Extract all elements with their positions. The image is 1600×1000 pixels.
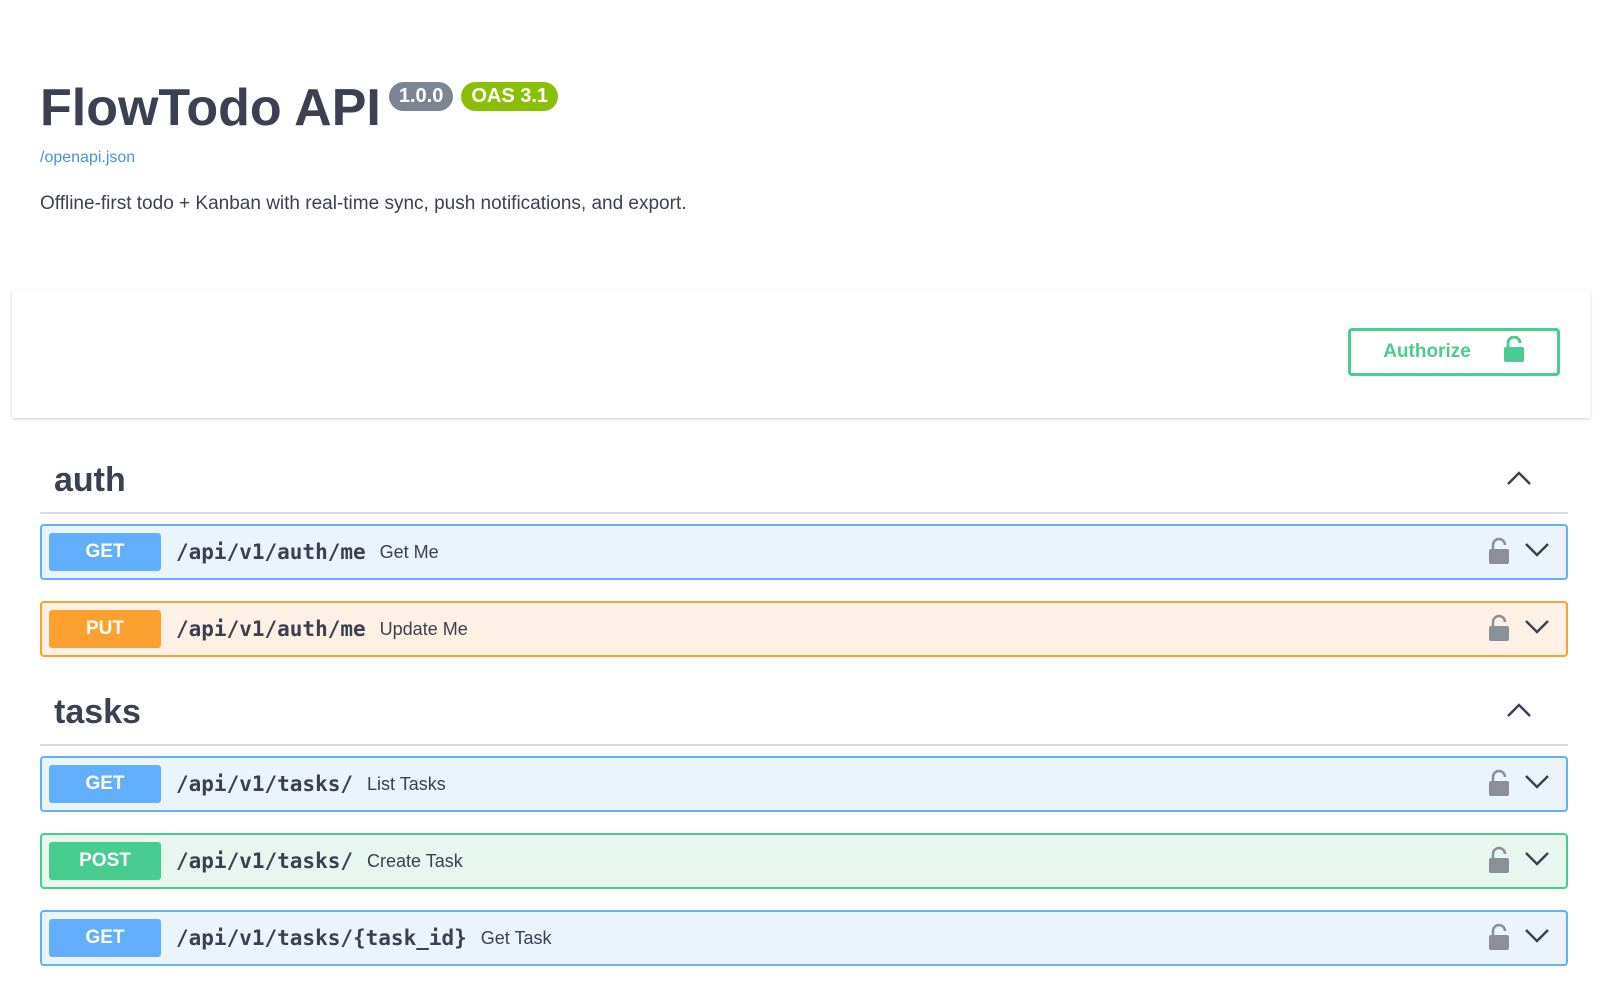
scheme-container: Authorize bbox=[12, 290, 1590, 418]
method-badge: GET bbox=[49, 533, 161, 571]
api-info: FlowTodo API 1.0.0 OAS 3.1 /openapi.json… bbox=[40, 79, 1560, 215]
authorize-button[interactable]: Authorize bbox=[1348, 328, 1560, 376]
operation-path: /api/v1/tasks/ bbox=[176, 849, 354, 873]
operation-get-task-by-id[interactable]: GET /api/v1/tasks/{task_id} Get Task bbox=[40, 910, 1568, 966]
chevron-down-icon[interactable] bbox=[1524, 619, 1550, 640]
lock-icon[interactable] bbox=[1488, 537, 1510, 570]
chevron-down-icon[interactable] bbox=[1524, 774, 1550, 795]
operation-put-auth-me[interactable]: PUT /api/v1/auth/me Update Me bbox=[40, 601, 1568, 657]
api-description: Offline-first todo + Kanban with real-ti… bbox=[40, 193, 687, 215]
operation-post-tasks[interactable]: POST /api/v1/tasks/ Create Task bbox=[40, 833, 1568, 889]
operation-summary: List Tasks bbox=[367, 773, 446, 794]
method-badge: PUT bbox=[49, 610, 161, 648]
tag-section-auth: auth GET /api/v1/auth/me Get Me PUT /api… bbox=[40, 448, 1568, 657]
method-badge: POST bbox=[49, 842, 161, 880]
chevron-down-icon[interactable] bbox=[1524, 928, 1550, 949]
page-title: FlowTodo API bbox=[40, 79, 381, 137]
operation-path: /api/v1/auth/me bbox=[176, 540, 366, 564]
oas-badge: OAS 3.1 bbox=[461, 82, 559, 111]
operation-path: /api/v1/tasks/ bbox=[176, 772, 354, 796]
lock-icon[interactable] bbox=[1488, 923, 1510, 956]
operation-path: /api/v1/tasks/{task_id} bbox=[176, 926, 467, 950]
chevron-down-icon[interactable] bbox=[1524, 851, 1550, 872]
chevron-down-icon[interactable] bbox=[1524, 542, 1550, 563]
method-badge: GET bbox=[49, 765, 161, 803]
operation-summary: Get Task bbox=[480, 927, 552, 948]
openapi-spec-link[interactable]: /openapi.json bbox=[40, 149, 135, 167]
chevron-up-icon[interactable] bbox=[1506, 470, 1532, 491]
lock-icon[interactable] bbox=[1488, 769, 1510, 802]
operation-get-tasks[interactable]: GET /api/v1/tasks/ List Tasks bbox=[40, 756, 1568, 812]
operation-path: /api/v1/auth/me bbox=[176, 617, 366, 641]
unlock-icon bbox=[1503, 335, 1525, 368]
title-row: FlowTodo API 1.0.0 OAS 3.1 bbox=[40, 79, 1560, 137]
lock-icon[interactable] bbox=[1488, 846, 1510, 879]
operation-summary: Create Task bbox=[367, 850, 463, 871]
tag-name: tasks bbox=[54, 692, 141, 731]
operation-summary: Update Me bbox=[379, 618, 468, 639]
version-badge: 1.0.0 bbox=[388, 82, 454, 111]
operation-summary: Get Me bbox=[379, 541, 439, 562]
lock-icon[interactable] bbox=[1488, 614, 1510, 647]
chevron-up-icon[interactable] bbox=[1506, 702, 1532, 723]
tag-header-tasks[interactable]: tasks bbox=[40, 680, 1568, 746]
tag-header-auth[interactable]: auth bbox=[40, 448, 1568, 514]
method-badge: GET bbox=[49, 919, 161, 957]
authorize-label: Authorize bbox=[1383, 341, 1471, 362]
tag-name: auth bbox=[54, 460, 126, 499]
operation-get-auth-me[interactable]: GET /api/v1/auth/me Get Me bbox=[40, 524, 1568, 580]
tag-section-tasks: tasks GET /api/v1/tasks/ List Tasks POST… bbox=[40, 680, 1568, 966]
